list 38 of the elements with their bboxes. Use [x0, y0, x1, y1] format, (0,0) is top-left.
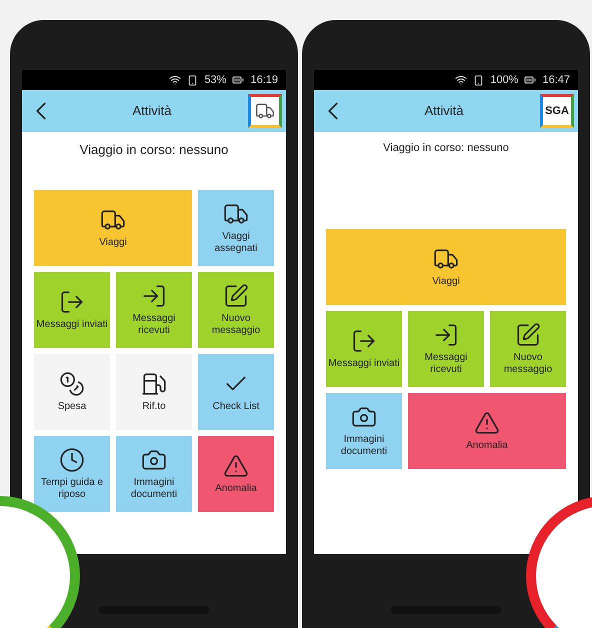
menu-tile[interactable]: Immagini documenti	[116, 436, 192, 512]
truck-icon	[254, 101, 275, 121]
battery-percent: 100%	[490, 72, 518, 88]
menu-tile[interactable]: Messaggi inviati	[326, 310, 402, 386]
trip-status: Viaggio in corso: nessuno	[382, 141, 510, 156]
edit-icon	[223, 282, 249, 308]
menu-tile[interactable]: Viaggi assegnati	[198, 190, 274, 266]
menu-tile[interactable]: Immagini documenti	[326, 392, 402, 468]
menu-tile[interactable]: Messaggi ricevuti	[408, 310, 484, 386]
app-logo: SGA	[540, 94, 574, 128]
menu-tile[interactable]: Messaggi inviati	[34, 272, 110, 348]
warning-icon	[474, 410, 500, 436]
fuel-pump-icon	[141, 370, 167, 396]
menu-tile[interactable]: Nuovo messaggio	[198, 272, 274, 348]
clock-icon	[59, 446, 85, 472]
menu-tile[interactable]: Nuovo messaggio	[490, 310, 566, 386]
coins-icon	[59, 370, 85, 396]
menu-tile[interactable]: Rif.to	[116, 354, 192, 430]
menu-tile[interactable]: Anomalia	[198, 436, 274, 512]
battery-icon	[524, 74, 536, 86]
header-title: Attività	[424, 102, 464, 120]
menu-tile[interactable]: Anomalia	[408, 392, 566, 468]
header-title: Attività	[132, 102, 172, 120]
menu-tile[interactable]: Viaggi	[34, 190, 192, 266]
sim-icon	[473, 74, 484, 86]
menu-tile[interactable]: Messaggi ricevuti	[116, 272, 192, 348]
warning-icon	[223, 452, 249, 478]
clock-time: 16:19	[250, 72, 278, 88]
menu-tile[interactable]: Tempi guida e riposo	[34, 436, 110, 512]
menu-tile[interactable]: Spesa	[34, 354, 110, 430]
menu-tile[interactable]: Check List	[198, 354, 274, 430]
battery-percent: 53%	[204, 72, 226, 88]
menu-tile[interactable]: Viaggi	[326, 228, 566, 304]
battery-icon	[232, 74, 244, 86]
trip-status: Viaggio in corso: nessuno	[78, 141, 230, 159]
sim-icon	[187, 74, 198, 86]
clock-time: 16:47	[542, 72, 570, 88]
edit-icon	[515, 322, 541, 348]
